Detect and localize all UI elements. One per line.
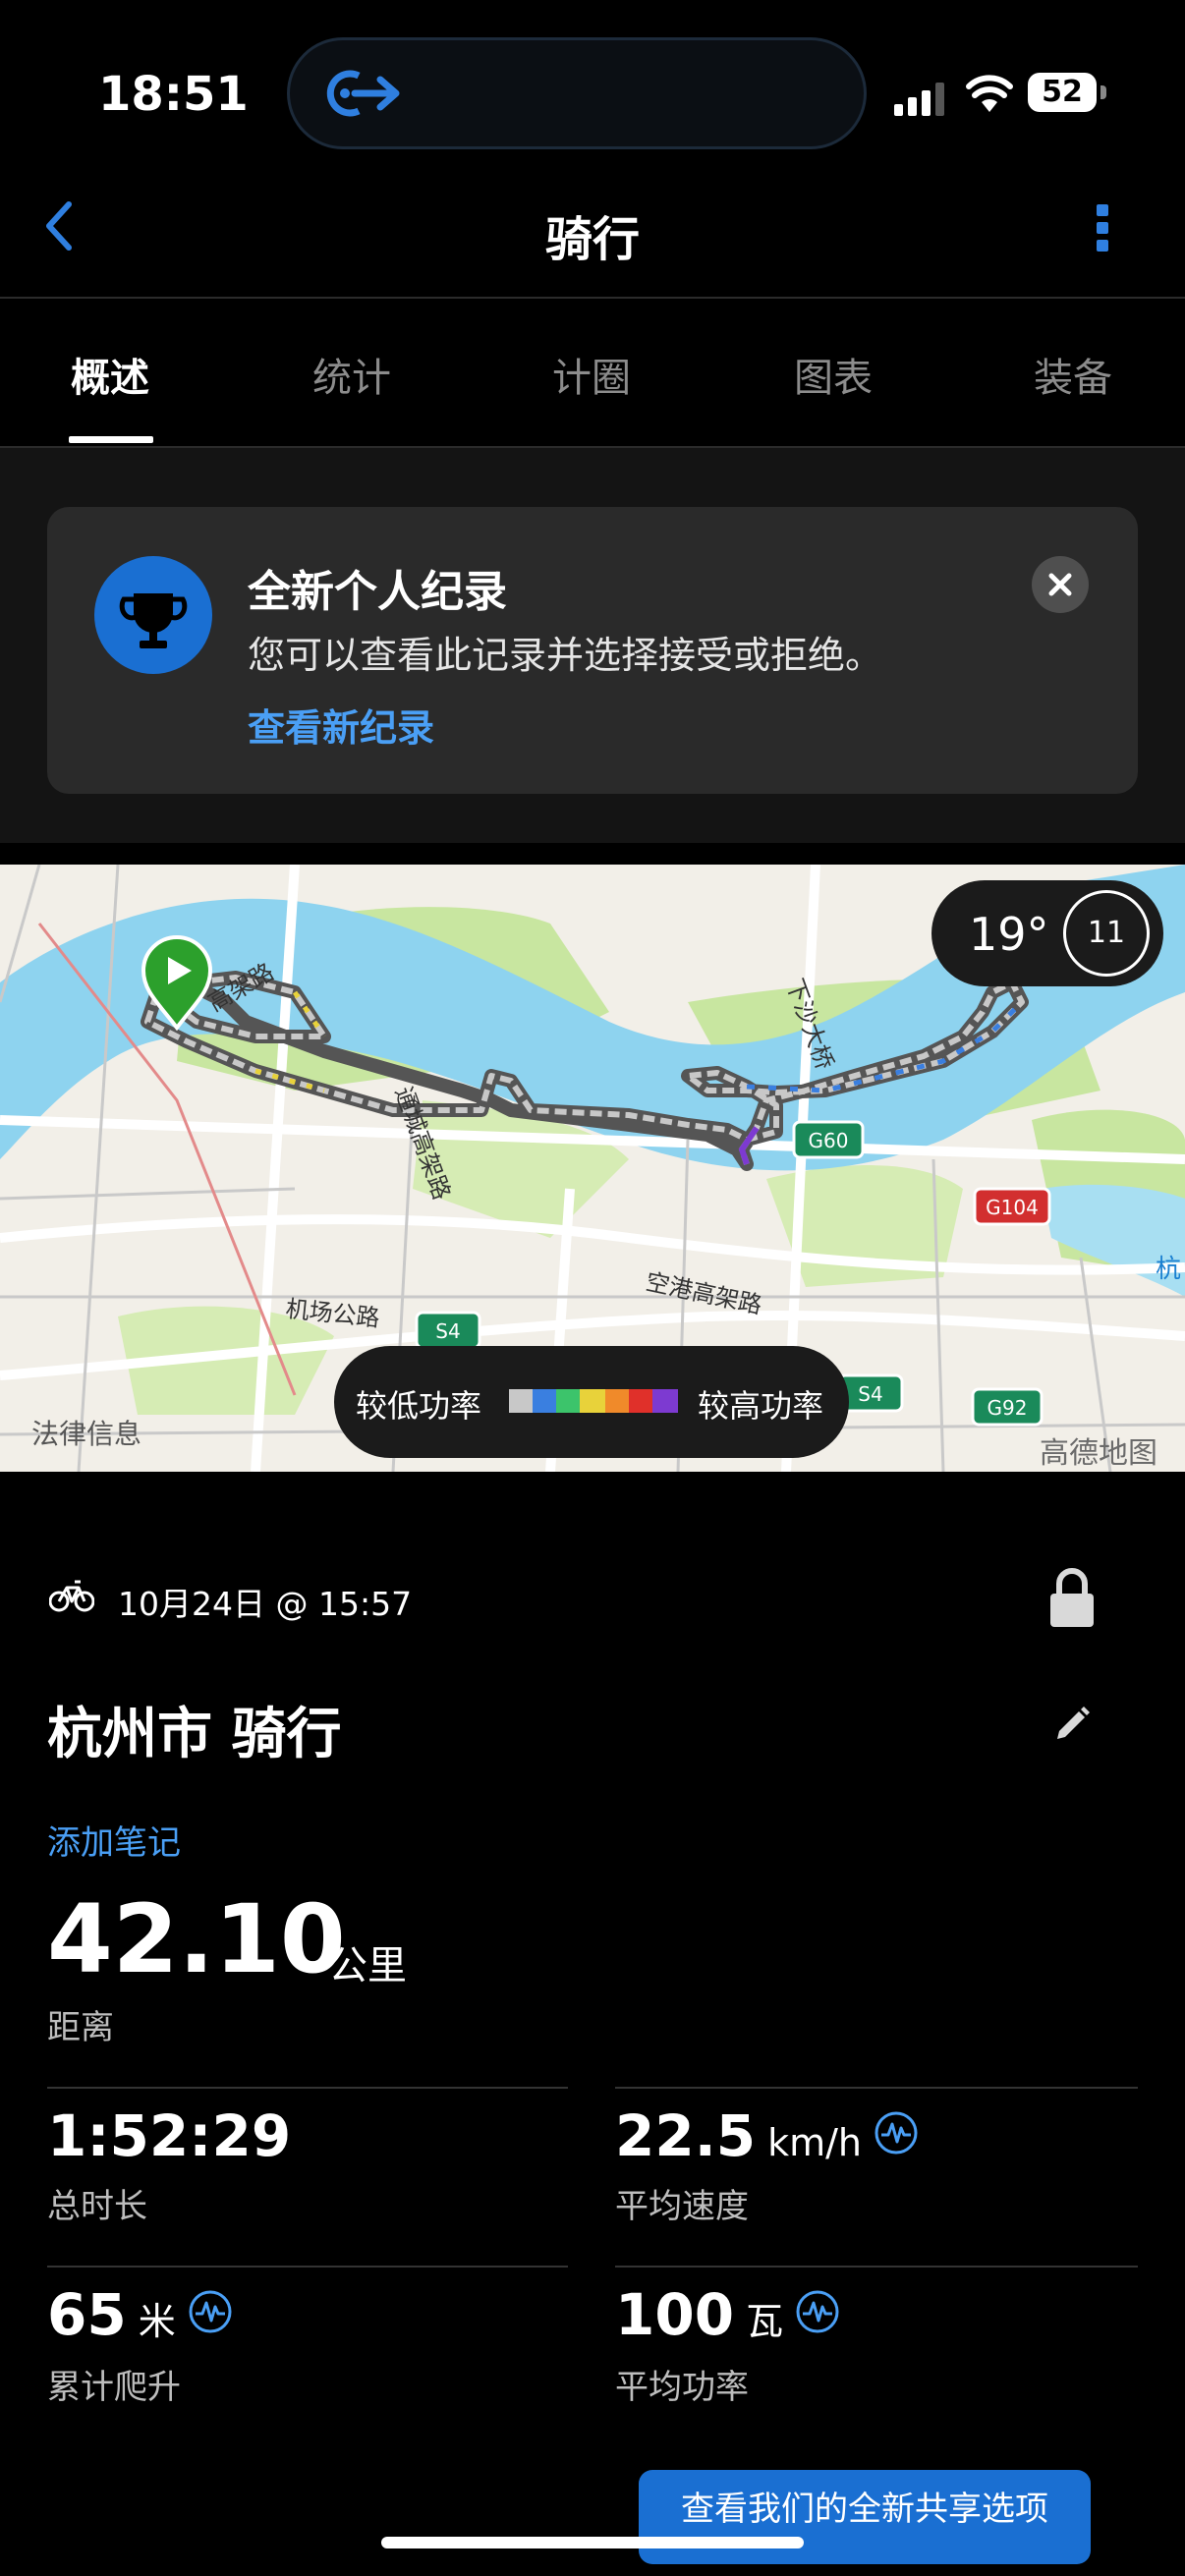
avg-speed: 22.5 km/h xyxy=(615,2102,919,2169)
weather-widget: 19° 11 xyxy=(931,880,1163,986)
activity-date: 10月24日 @ 15:57 xyxy=(118,1585,413,1623)
map-legal-link[interactable]: 法律信息 xyxy=(31,1413,141,1452)
battery-indicator: 52 xyxy=(1028,73,1106,112)
avg-power-label: 平均功率 xyxy=(615,2368,749,2407)
more-options-icon[interactable] xyxy=(1081,196,1124,259)
status-time: 18:51 xyxy=(98,67,249,122)
tab-overview[interactable]: 概述 xyxy=(31,346,189,403)
chart-wave-icon[interactable] xyxy=(188,2289,233,2334)
svg-text:G104: G104 xyxy=(986,1196,1039,1219)
avg-speed-unit: km/h xyxy=(767,2121,863,2164)
stat-divider xyxy=(615,2266,1138,2268)
total-time-value: 1:52:29 xyxy=(47,2102,292,2169)
activity-title: 杭州市 骑行 xyxy=(47,1703,342,1766)
close-icon[interactable] xyxy=(1032,556,1089,613)
active-tab-indicator xyxy=(69,436,153,443)
chart-wave-icon[interactable] xyxy=(874,2110,919,2156)
tab-charts[interactable]: 图表 xyxy=(755,346,912,403)
shield-g92: G92 xyxy=(971,1387,1044,1427)
distance-value: 42.10 xyxy=(47,1884,346,1994)
avg-speed-label: 平均速度 xyxy=(615,2187,749,2226)
map-label-edge: 杭 xyxy=(1156,1255,1181,1284)
legend-high-label: 较高功率 xyxy=(698,1387,824,1425)
edit-pencil-icon[interactable] xyxy=(1051,1704,1093,1745)
trophy-icon xyxy=(94,556,212,674)
distance-unit: 公里 xyxy=(328,1943,407,1988)
avg-speed-value: 22.5 xyxy=(615,2102,757,2169)
svg-text:G92: G92 xyxy=(988,1396,1028,1420)
temperature: 19° xyxy=(969,908,1049,961)
tab-gear[interactable]: 装备 xyxy=(994,346,1152,403)
total-time-label: 总时长 xyxy=(47,2187,147,2226)
legend-gradient xyxy=(509,1389,678,1413)
shield-g60: G60 xyxy=(792,1120,865,1159)
chart-wave-icon[interactable] xyxy=(795,2289,840,2334)
avg-power-unit: 瓦 xyxy=(746,2300,784,2343)
elevation-unit: 米 xyxy=(138,2300,176,2343)
elevation-value: 65 xyxy=(47,2281,127,2348)
bike-icon xyxy=(49,1580,94,1612)
lock-icon[interactable] xyxy=(1047,1566,1097,1629)
add-note-link[interactable]: 添加笔记 xyxy=(47,1816,181,1864)
record-title: 全新个人纪录 xyxy=(248,567,507,617)
tab-laps[interactable]: 计圈 xyxy=(513,346,670,403)
shield-g104: G104 xyxy=(973,1187,1051,1226)
nav-divider xyxy=(0,297,1185,299)
stat-divider xyxy=(615,2087,1138,2089)
workout-share-icon xyxy=(326,70,400,117)
home-indicator[interactable] xyxy=(381,2537,804,2548)
signal-icon xyxy=(894,83,944,116)
svg-text:S4: S4 xyxy=(858,1382,882,1406)
page-title: 骑行 xyxy=(544,212,640,267)
avg-power-value: 100 xyxy=(615,2281,735,2348)
stat-divider xyxy=(47,2087,568,2089)
tab-stats[interactable]: 统计 xyxy=(273,346,430,403)
power-legend: 较低功率 较高功率 xyxy=(334,1346,849,1458)
avg-power: 100 瓦 xyxy=(615,2281,840,2348)
distance-label: 距离 xyxy=(47,2008,114,2047)
svg-text:S4: S4 xyxy=(435,1319,460,1343)
dynamic-island[interactable] xyxy=(287,37,867,149)
elevation-gain: 65 米 xyxy=(47,2281,233,2348)
svg-text:G60: G60 xyxy=(809,1129,849,1152)
view-new-record-link[interactable]: 查看新纪录 xyxy=(248,698,434,752)
legend-low-label: 较低功率 xyxy=(356,1387,482,1425)
share-options-button[interactable]: 查看我们的全新共享选项 xyxy=(639,2470,1091,2564)
record-description: 您可以查看此记录并选择接受或拒绝。 xyxy=(248,634,883,677)
map-brand: 高德地图 xyxy=(1040,1436,1157,1471)
stat-divider xyxy=(47,2266,568,2268)
wind-dial-icon: 11 xyxy=(1063,890,1150,977)
wifi-icon xyxy=(966,75,1013,112)
shield-s4-1: S4 xyxy=(415,1311,481,1350)
elevation-label: 累计爬升 xyxy=(47,2368,181,2407)
